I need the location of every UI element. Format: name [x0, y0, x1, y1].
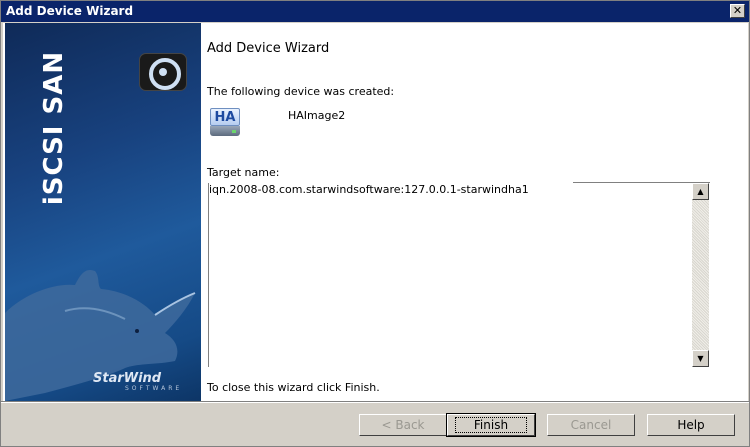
title-bar[interactable]: Add Device Wizard ✕ — [1, 1, 749, 22]
close-icon: ✕ — [732, 4, 743, 17]
page-title: Add Device Wizard — [207, 41, 330, 56]
arrow-down-icon: ▼ — [697, 354, 704, 363]
scroll-up-button[interactable]: ▲ — [692, 183, 709, 200]
target-label: Target name: — [207, 166, 280, 179]
target-name-field[interactable]: iqn.2008-08.com.starwindsoftware:127.0.0… — [208, 182, 710, 368]
wizard-content: iSCSI SAN StarWind SOFTWARE Add Device W… — [3, 23, 748, 401]
disc-icon — [139, 53, 187, 91]
back-button[interactable]: < Back — [359, 414, 447, 436]
button-divider — [1, 401, 749, 403]
help-button[interactable]: Help — [647, 414, 735, 436]
vertical-scrollbar[interactable]: ▲ ▼ — [692, 183, 709, 367]
close-hint: To close this wizard click Finish. — [207, 381, 380, 394]
ha-device-icon: HA — [210, 108, 240, 136]
device-name: HAImage2 — [288, 109, 346, 122]
starwind-logo: StarWind — [93, 371, 162, 386]
close-button[interactable]: ✕ — [730, 4, 745, 18]
created-label: The following device was created: — [207, 85, 395, 98]
brand-text: iSCSI SAN — [39, 50, 70, 206]
cancel-button[interactable]: Cancel — [547, 414, 635, 436]
wizard-window: Add Device Wizard ✕ iSCSI SAN StarWind S… — [0, 0, 750, 447]
window-title: Add Device Wizard — [6, 4, 134, 18]
wizard-banner: iSCSI SAN StarWind SOFTWARE — [5, 23, 201, 401]
starwind-logo-sub: SOFTWARE — [125, 385, 183, 392]
scroll-down-button[interactable]: ▼ — [692, 350, 709, 367]
arrow-up-icon: ▲ — [697, 187, 704, 196]
finish-button[interactable]: Finish — [446, 413, 536, 437]
target-name-value[interactable]: iqn.2008-08.com.starwindsoftware:127.0.0… — [209, 183, 529, 196]
